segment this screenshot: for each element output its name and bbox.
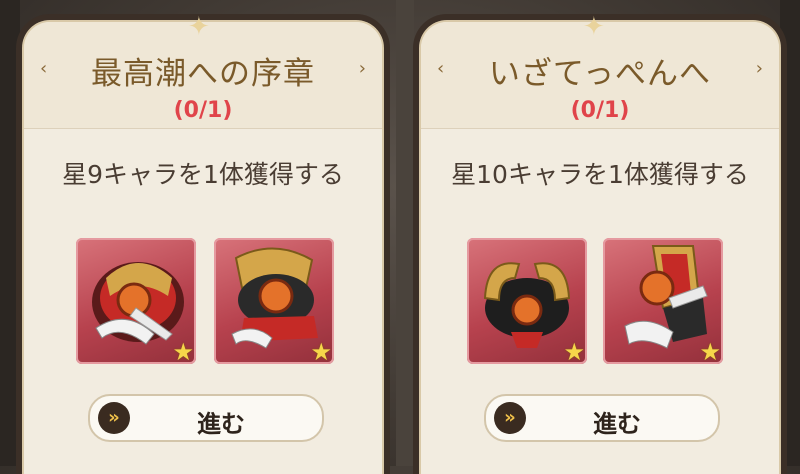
quest-progress: (0/1) [570, 98, 630, 123]
double-chevron-icon: » [98, 402, 130, 434]
star-icon: ★ [563, 338, 585, 366]
reward-item[interactable]: ★ [214, 238, 334, 366]
reward-item[interactable]: ★ [76, 238, 196, 366]
reward-list: ★ ★ [421, 238, 779, 368]
right-chevron-icon: › [755, 58, 763, 79]
proceed-button[interactable]: » 進む [484, 394, 720, 442]
proceed-button[interactable]: » 進む [88, 394, 324, 442]
left-chevron-icon: ‹ [437, 58, 445, 79]
proceed-button-label: 進む [593, 410, 641, 438]
quest-progress: (0/1) [173, 98, 233, 123]
right-chevron-icon: › [358, 58, 366, 79]
reward-item[interactable]: ★ [467, 238, 587, 366]
quest-title: 最高潮への序章 [91, 56, 315, 92]
proceed-button-label: 進む [197, 410, 245, 438]
top-ornament-icon: ✦ [583, 12, 605, 42]
reward-item[interactable]: ★ [603, 238, 723, 366]
quest-title: いざてっぺんへ [488, 56, 712, 92]
quest-description: 星9キャラを1体獲得する [62, 160, 344, 189]
double-chevron-icon: » [494, 402, 526, 434]
star-icon: ★ [172, 338, 194, 366]
top-ornament-icon: ✦ [188, 12, 210, 42]
star-icon: ★ [310, 338, 332, 366]
reward-list: ★ ★ [24, 238, 382, 368]
card-divider [396, 0, 414, 466]
quest-description: 星10キャラを1体獲得する [451, 160, 749, 189]
left-chevron-icon: ‹ [40, 58, 48, 79]
star-icon: ★ [699, 338, 721, 366]
